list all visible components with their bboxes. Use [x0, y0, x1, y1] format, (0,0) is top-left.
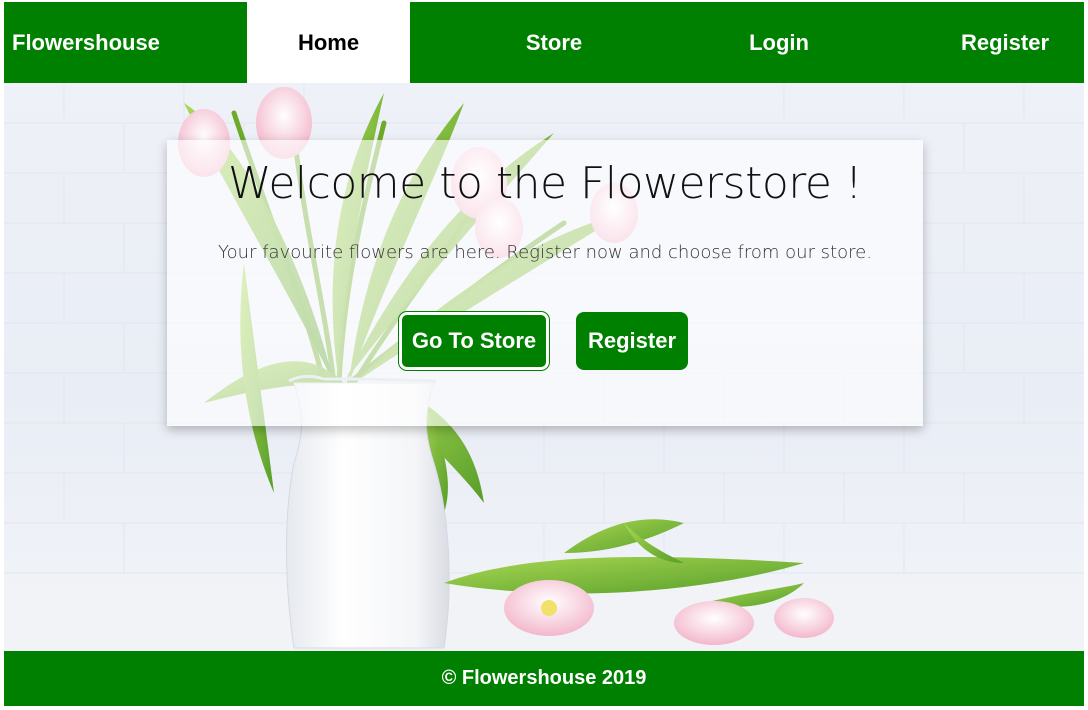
welcome-title: Welcome to the Flowerstore !	[227, 158, 863, 209]
nav-item-register[interactable]: Register	[892, 2, 1084, 83]
navbar: Flowershouse Home Store Login Register	[4, 2, 1084, 83]
footer-copyright: © Flowershouse 2019	[441, 667, 647, 689]
footer: © Flowershouse 2019	[4, 651, 1084, 706]
nav-item-home[interactable]: Home	[247, 2, 410, 83]
hero-section: Welcome to the Flowerstore ! Your favour…	[4, 83, 1084, 651]
welcome-card: Welcome to the Flowerstore ! Your favour…	[167, 140, 923, 426]
nav-item-login[interactable]: Login	[666, 2, 892, 83]
welcome-subtitle: Your favourite flowers are here. Registe…	[218, 242, 872, 263]
go-to-store-button[interactable]: Go To Store	[399, 312, 549, 370]
page-frame: Flowershouse Home Store Login Register W…	[4, 2, 1084, 706]
register-button[interactable]: Register	[576, 312, 688, 370]
nav-item-store[interactable]: Store	[442, 2, 666, 83]
brand-logo-link[interactable]: Flowershouse	[4, 2, 247, 83]
